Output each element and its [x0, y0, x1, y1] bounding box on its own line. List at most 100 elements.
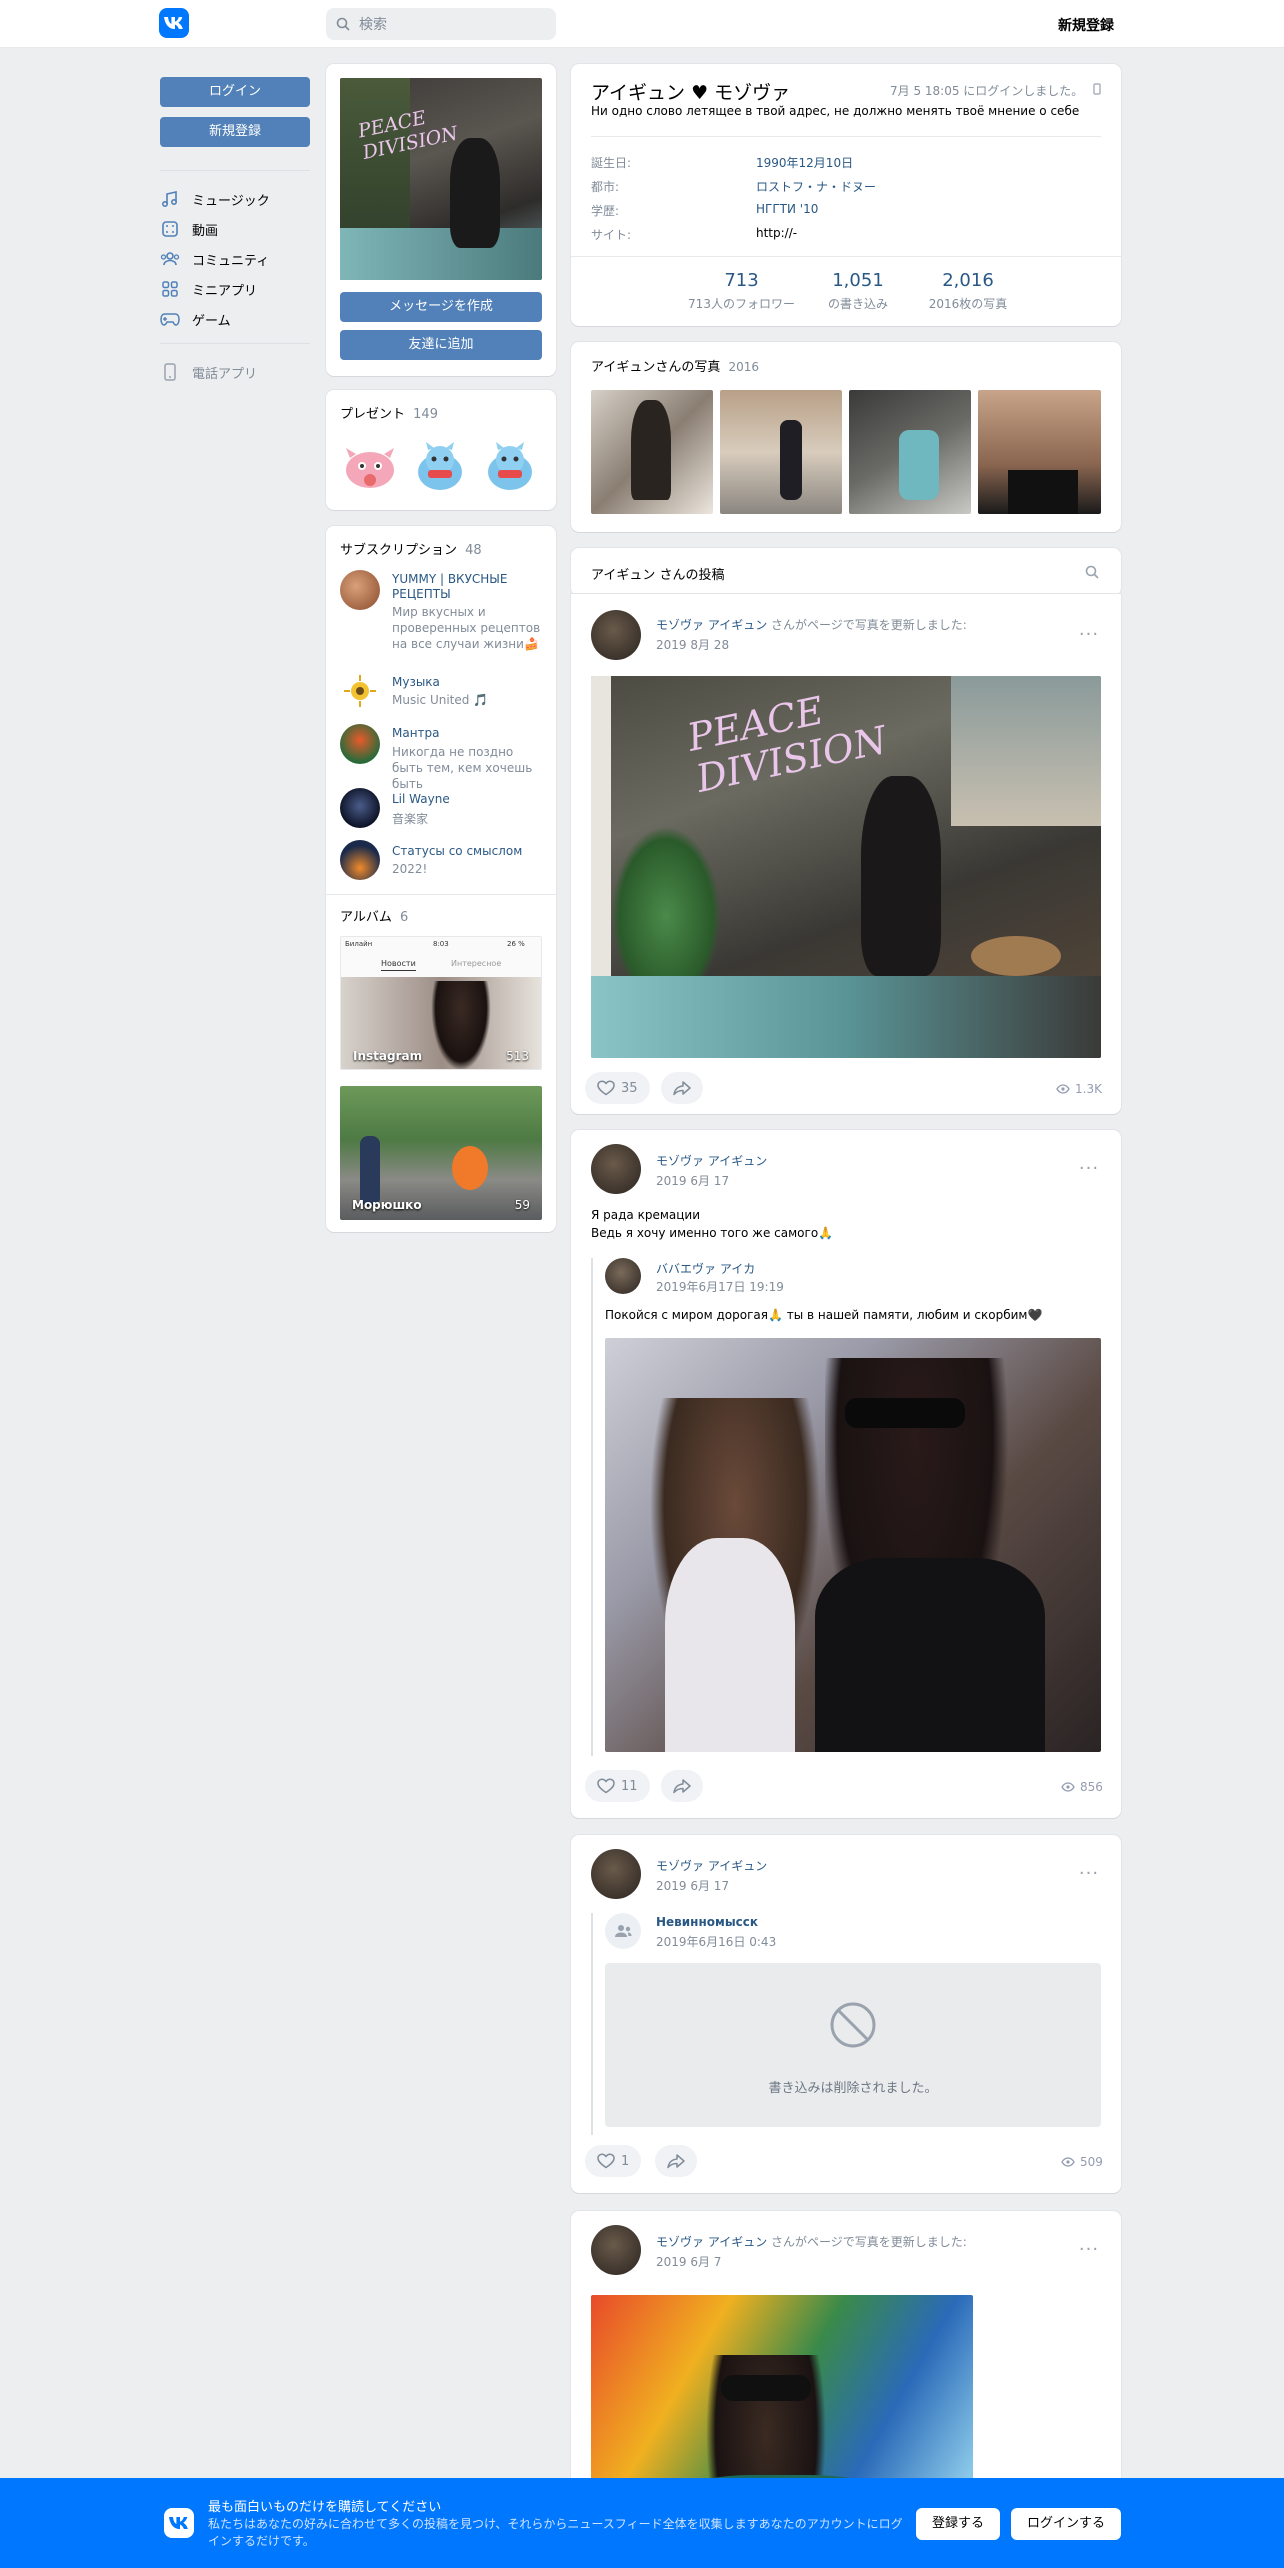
sidebar-item-music[interactable]: ミュージック [160, 184, 270, 214]
heart-icon [597, 1080, 615, 1096]
register-button[interactable]: 新規登録 [160, 117, 310, 147]
post-author-avatar[interactable] [591, 610, 641, 660]
repost-photo[interactable] [605, 1338, 1101, 1752]
like-button[interactable]: 11 [585, 1770, 650, 1802]
subscription-item[interactable]: Музыка Music United 🎵 [340, 671, 545, 715]
counter-followers[interactable]: 713 713人のフォロワー [679, 270, 804, 312]
repost-author[interactable]: Невинномысск [656, 1915, 758, 1929]
top-header: 検索 新規登録 [0, 0, 1284, 48]
insta-time: 8:03 [433, 940, 449, 948]
profile-avatar-photo[interactable]: PEACE DIVISION [340, 78, 542, 280]
post-author[interactable]: モゾヴァ アイギュン [656, 1857, 767, 1874]
photo-thumb[interactable] [591, 390, 713, 514]
send-message-button[interactable]: メッセージを作成 [340, 292, 542, 322]
insta-battery: 26 % [507, 940, 525, 948]
gifts-title: プレゼント [340, 407, 406, 422]
post-author-avatar[interactable] [591, 2225, 641, 2275]
gift-blue-cat[interactable] [480, 436, 540, 496]
sidebar-item-label: ゲーム [192, 313, 231, 329]
banner-title: 最も面白いものだけを購読してください [208, 2500, 442, 2515]
share-button[interactable] [655, 2145, 697, 2177]
counter-posts[interactable]: 1,051 の書き込み [808, 270, 908, 312]
album-instagram[interactable]: Билайн 8:03 26 % Новости Интересное Inst… [340, 936, 542, 1070]
video-icon [160, 219, 180, 239]
post-more-icon[interactable]: ··· [1077, 1156, 1101, 1180]
like-count: 35 [621, 1080, 638, 1096]
post-more-icon[interactable]: ··· [1077, 2237, 1101, 2261]
login-button[interactable]: ログイン [160, 77, 310, 107]
repost-date: 2019年6月16日 0:43 [656, 1935, 777, 1949]
post-author[interactable]: モゾヴァ アイギュン [656, 618, 767, 632]
search-icon [336, 17, 350, 31]
photo-thumb[interactable] [720, 390, 842, 514]
wall-header-card: アイギュン さんの投稿 [571, 548, 1121, 596]
subscription-name: Lil Wayne [392, 792, 450, 806]
views-count: 1.3K [1075, 1082, 1102, 1096]
tab-wall-posts[interactable]: アイギュン さんの投稿 [591, 564, 724, 583]
blocked-icon [829, 2001, 877, 2049]
post-photo[interactable]: PEACE DIVISION [591, 676, 1101, 1058]
sidebar-item-label: コミュニティ [192, 253, 270, 269]
post-author[interactable]: モゾヴァ アイギュン [656, 1152, 767, 1169]
site-value[interactable]: http://- [756, 226, 797, 240]
photos-count: 2016 [728, 360, 760, 374]
wall-search-icon[interactable] [1085, 565, 1099, 579]
post-more-icon[interactable]: ··· [1077, 1861, 1101, 1885]
banner-login-button[interactable]: ログインする [1011, 2508, 1121, 2540]
city-value[interactable]: ロストフ・ナ・ドヌー [756, 178, 876, 195]
post-more-icon[interactable]: ··· [1077, 622, 1101, 646]
header-register-link[interactable]: 新規登録 [1058, 15, 1114, 35]
birthday-value[interactable]: 1990年12月10日 [756, 154, 853, 171]
add-friend-button[interactable]: 友達に追加 [340, 330, 542, 360]
album-moryushko[interactable]: Морюшко 59 [340, 1086, 542, 1220]
subscription-item[interactable]: Статусы со смыслом 2022! [340, 838, 545, 882]
photos-card: アイギュンさんの写真 2016 [571, 342, 1121, 532]
subscriptions-count: 48 [465, 543, 482, 558]
sidebar-item-phone-app[interactable]: 電話アプリ [160, 357, 257, 387]
subscription-item[interactable]: Lil Wayne 音楽家 [340, 786, 545, 830]
subscription-avatar [340, 840, 380, 880]
post-author[interactable]: モゾヴァ アイギュン [656, 2235, 767, 2249]
post-author-avatar[interactable] [591, 1144, 641, 1194]
education-value[interactable]: НГГТИ '10 [756, 202, 818, 216]
albums-header[interactable]: アルバム 6 [340, 906, 408, 925]
subscription-item[interactable]: YUMMY | ВКУСНЫЕ РЕЦЕПТЫ Мир вкусных и пр… [340, 570, 545, 665]
search-input[interactable]: 検索 [326, 8, 556, 40]
sidebar-item-games[interactable]: ゲーム [160, 304, 231, 334]
mobile-icon [1093, 83, 1101, 95]
share-button[interactable] [661, 1770, 703, 1802]
gifts-header[interactable]: プレゼント 149 [340, 403, 438, 422]
sidebar-item-community[interactable]: コミュニティ [160, 244, 269, 274]
banner-register-button[interactable]: 登録する [916, 2508, 1000, 2540]
post-date[interactable]: 2019 6月 17 [656, 1172, 729, 1189]
post-author-avatar[interactable] [591, 1849, 641, 1899]
like-button[interactable]: 1 [585, 2145, 642, 2177]
photos-header[interactable]: アイギュンさんの写真 2016 [591, 356, 759, 375]
counter-photos[interactable]: 2,016 2016枚の写真 [913, 270, 1023, 312]
vk-logo[interactable] [159, 8, 189, 38]
post-date[interactable]: 2019 6月 7 [656, 2253, 721, 2270]
search-placeholder: 検索 [359, 17, 387, 33]
post-date[interactable]: 2019 8月 28 [656, 636, 729, 653]
gift-blue-cat[interactable] [410, 436, 470, 496]
post-text-line: Я рада кремации [591, 1208, 701, 1222]
like-button[interactable]: 35 [585, 1072, 650, 1104]
sidebar-item-video[interactable]: 動画 [160, 214, 218, 244]
subscription-item[interactable]: Мантра Никогда не поздно быть тем, кем х… [340, 722, 545, 791]
sidebar-item-apps[interactable]: ミニアプリ [160, 274, 257, 304]
photo-thumb[interactable] [978, 390, 1101, 514]
photo-thumb[interactable] [849, 390, 971, 514]
subscriptions-header[interactable]: サブスクリプション 48 [340, 539, 482, 558]
repost-author-avatar[interactable] [605, 1258, 641, 1294]
counter-num: 713 [724, 270, 759, 291]
repost-border [591, 1913, 593, 2135]
subscriptions-title: サブスクリプション [340, 543, 458, 558]
gift-pink-creature[interactable] [340, 436, 400, 496]
post-date[interactable]: 2019 6月 17 [656, 1877, 729, 1894]
insta-carrier: Билайн [345, 940, 373, 948]
field-label: 学歴: [591, 204, 620, 218]
repost-group-avatar[interactable] [605, 1913, 641, 1949]
divider [571, 256, 1121, 257]
repost-author[interactable]: ババエヴァ アイカ [656, 1260, 755, 1277]
share-button[interactable] [661, 1072, 703, 1104]
